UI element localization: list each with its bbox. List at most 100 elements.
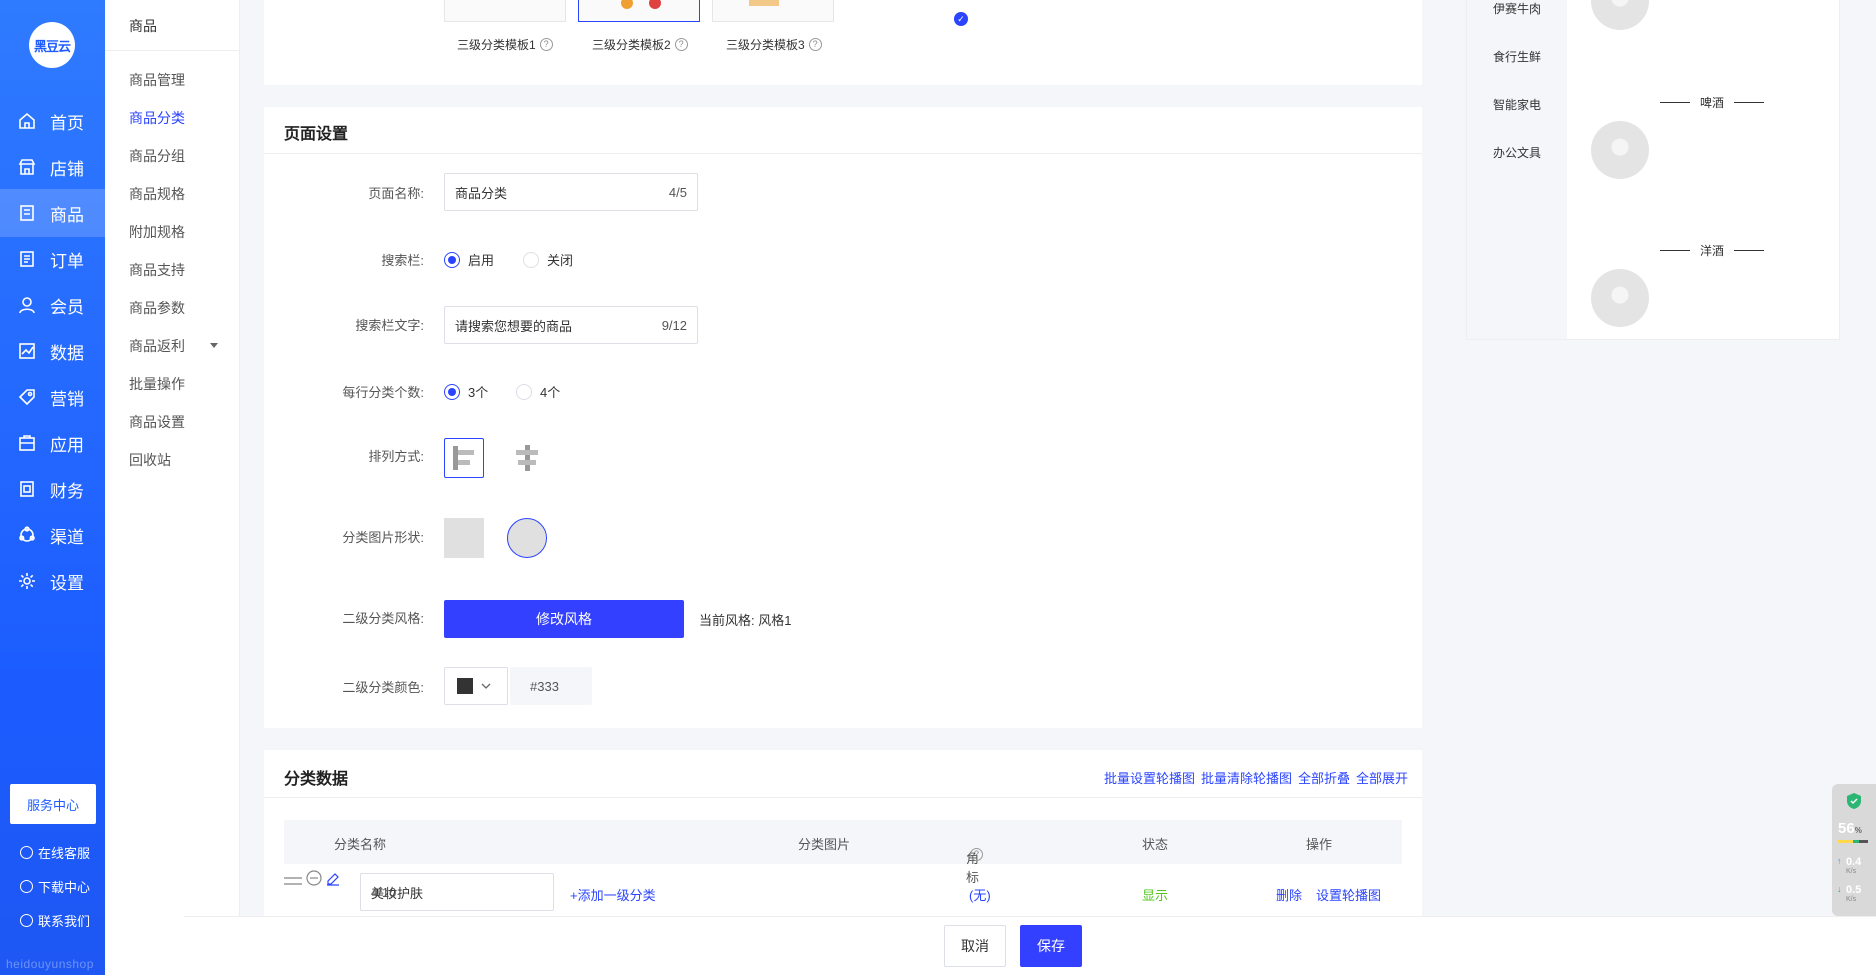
- template-card-3[interactable]: [712, 0, 834, 22]
- per-row-4-radio[interactable]: 4个: [516, 382, 560, 401]
- online-support-link[interactable]: 在线客服: [20, 843, 90, 862]
- help-icon[interactable]: ?: [970, 848, 983, 861]
- badge-value[interactable]: (无): [969, 885, 991, 904]
- radio-label: 3个: [468, 385, 489, 400]
- shape-square-option[interactable]: [444, 518, 484, 558]
- subnav-item-goods-settings[interactable]: 商品设置: [129, 412, 185, 432]
- color-swatch: [457, 678, 473, 694]
- category-name-input[interactable]: 美妆护肤 4/10: [360, 873, 554, 911]
- help-icon[interactable]: ?: [674, 38, 688, 51]
- input-value: 请搜索您想要的商品: [455, 318, 573, 334]
- nav-label: 首页: [50, 113, 84, 133]
- nav-label: 会员: [50, 297, 84, 317]
- arrow-down-icon: ↓: [1837, 884, 1842, 894]
- current-style-text: 当前风格: 风格1: [699, 613, 792, 628]
- preview-image-placeholder: [1591, 269, 1649, 327]
- download-center-link[interactable]: 下载中心: [20, 877, 90, 896]
- edit-icon[interactable]: [326, 872, 340, 886]
- nav-item-finance[interactable]: 财务: [0, 465, 105, 513]
- subnav-item-goods-support[interactable]: 商品支持: [129, 260, 185, 280]
- channel-icon: [19, 526, 35, 542]
- save-button[interactable]: 保存: [1020, 925, 1082, 967]
- arrange-left-option[interactable]: [444, 438, 484, 478]
- section-title: 页面设置: [284, 126, 349, 143]
- nav-item-apps[interactable]: 应用: [0, 419, 105, 467]
- nav-item-settings[interactable]: 设置: [0, 557, 105, 605]
- service-center-button[interactable]: 服务中心: [10, 784, 96, 824]
- help-icon[interactable]: ?: [808, 38, 822, 51]
- shape-circle-option[interactable]: [507, 518, 547, 558]
- set-carousel-link[interactable]: 设置轮播图: [1316, 885, 1381, 904]
- subnav-item-batch[interactable]: 批量操作: [129, 374, 185, 394]
- preview-category-item[interactable]: 食行生鲜: [1493, 48, 1541, 65]
- percent-unit: %: [1854, 826, 1862, 835]
- download-speed: 0.5: [1846, 884, 1862, 896]
- cancel-button[interactable]: 取消: [944, 925, 1006, 967]
- subnav-item-extra-spec[interactable]: 附加规格: [129, 222, 185, 242]
- preview-category-item[interactable]: 办公文具: [1493, 144, 1541, 161]
- per-row-label: 每行分类个数:: [342, 385, 424, 400]
- usage-bar: [1838, 840, 1868, 843]
- color-value-input[interactable]: #333: [510, 667, 592, 705]
- drag-handle-icon[interactable]: [284, 876, 302, 886]
- nav-item-marketing[interactable]: 营销: [0, 373, 105, 421]
- tag-icon: [18, 389, 35, 406]
- preview-category-item[interactable]: 伊赛牛肉: [1493, 0, 1541, 17]
- divider: [105, 50, 240, 51]
- color-picker[interactable]: [444, 667, 508, 705]
- col-status: 状态: [1142, 837, 1169, 852]
- nav-label: 店铺: [50, 159, 84, 179]
- main-sidebar: 黑豆云 首页 店铺 商品 订单 会员 数据 营销 应用 财务 渠道 设置 服务中…: [0, 0, 105, 975]
- per-row-3-radio[interactable]: 3个: [444, 382, 488, 401]
- template-card-1[interactable]: [444, 0, 566, 22]
- upload-speed: 0.4: [1846, 856, 1862, 868]
- nav-label: 应用: [50, 435, 84, 455]
- template-name: 三级分类模板1: [457, 38, 536, 52]
- collapse-icon[interactable]: [306, 870, 322, 886]
- nav-item-channels[interactable]: 渠道: [0, 511, 105, 559]
- subnav-item-recycle-bin[interactable]: 回收站: [129, 450, 171, 470]
- nav-item-members[interactable]: 会员: [0, 281, 105, 329]
- page-name-label: 页面名称:: [368, 186, 424, 201]
- arrange-label: 排列方式:: [368, 449, 424, 464]
- collapse-all-link[interactable]: 全部折叠: [1298, 768, 1350, 787]
- finance-icon: [20, 481, 34, 497]
- goods-icon: [20, 205, 34, 221]
- arrange-center-option[interactable]: [507, 438, 547, 478]
- batch-set-carousel-link[interactable]: 批量设置轮播图: [1104, 768, 1195, 787]
- radio-label: 关闭: [547, 253, 574, 268]
- help-icon[interactable]: ?: [539, 38, 553, 51]
- preview-image-placeholder: [1591, 0, 1649, 30]
- home-icon: [19, 112, 35, 129]
- search-bar-label: 搜索栏:: [381, 253, 424, 268]
- expand-all-link[interactable]: 全部展开: [1356, 768, 1408, 787]
- search-text-input[interactable]: 请搜索您想要的商品 9/12: [444, 306, 698, 344]
- batch-clear-carousel-link[interactable]: 批量清除轮播图: [1201, 768, 1292, 787]
- subnav-item-goods-spec[interactable]: 商品规格: [129, 184, 185, 204]
- contact-us-link[interactable]: 联系我们: [20, 911, 90, 930]
- subnav-item-goods-category[interactable]: 商品分类: [129, 108, 185, 128]
- brand-logo[interactable]: 黑豆云: [29, 22, 75, 68]
- search-enable-radio[interactable]: 启用: [444, 250, 494, 269]
- subnav-item-goods-group[interactable]: 商品分组: [129, 146, 185, 166]
- nav-item-store[interactable]: 店铺: [0, 143, 105, 191]
- page-name-input[interactable]: 商品分类 4/5: [444, 173, 698, 211]
- subnav-item-goods-rebate[interactable]: 商品返利: [129, 336, 185, 356]
- subnav-item-goods-params[interactable]: 商品参数: [129, 298, 185, 318]
- template-card-2[interactable]: [578, 0, 700, 22]
- system-monitor-widget[interactable]: 56% 0.4 K/s 0.5 K/s ↑ ↓: [1832, 784, 1876, 916]
- preview-category-item[interactable]: 智能家电: [1493, 96, 1541, 113]
- chart-icon: [19, 343, 35, 359]
- template-name: 三级分类模板3: [726, 38, 805, 52]
- nav-item-goods[interactable]: 商品: [0, 189, 105, 237]
- add-category-link[interactable]: +添加一级分类: [570, 885, 656, 904]
- delete-link[interactable]: 删除: [1276, 885, 1302, 904]
- modify-style-button[interactable]: 修改风格: [444, 600, 684, 638]
- preview-heading: 洋酒: [1650, 242, 1774, 259]
- nav-item-data[interactable]: 数据: [0, 327, 105, 375]
- chevron-down-icon[interactable]: [210, 343, 218, 348]
- search-disable-radio[interactable]: 关闭: [523, 250, 573, 269]
- subnav-item-goods-manage[interactable]: 商品管理: [129, 70, 185, 90]
- nav-item-home[interactable]: 首页: [0, 97, 105, 145]
- nav-item-orders[interactable]: 订单: [0, 235, 105, 283]
